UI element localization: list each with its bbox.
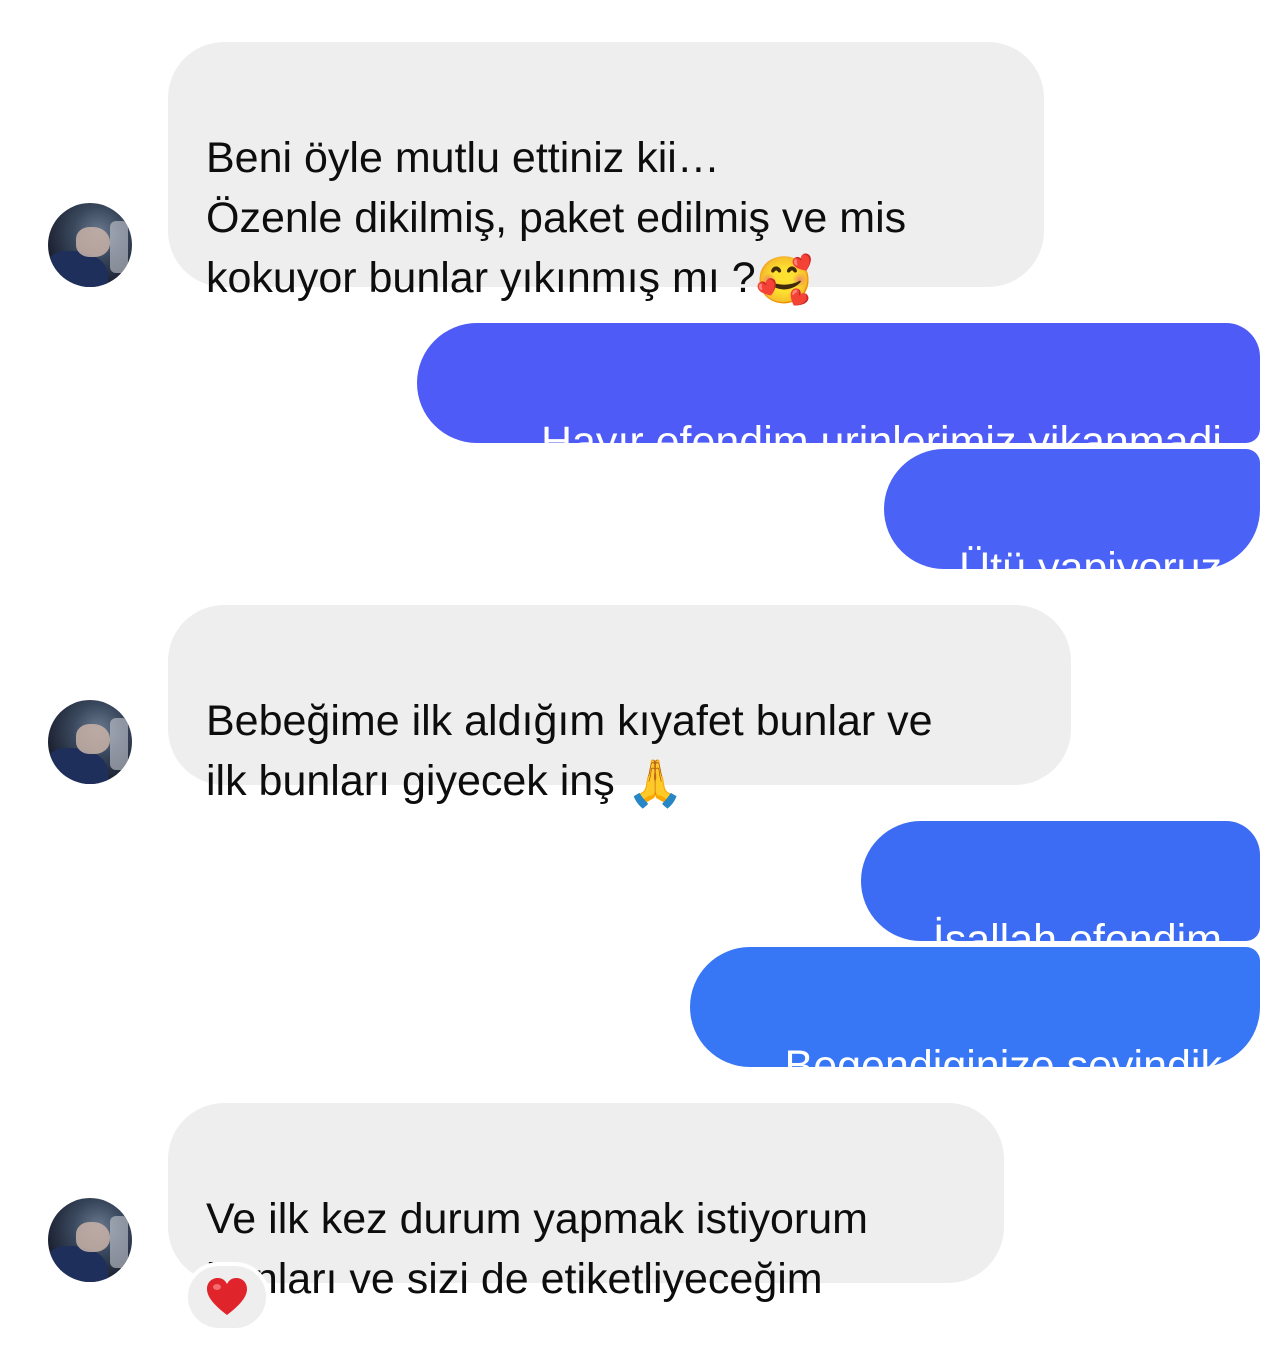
- outgoing-message-bubble[interactable]: Ütü yapiyoruz: [884, 449, 1260, 592]
- message-text: Ve ilk kez durum yapmak istiyorum bunlar…: [206, 1195, 868, 1303]
- outgoing-message-bubble[interactable]: Hayır efendim urinlerimiz yikanmadi: [417, 323, 1260, 466]
- message-text: Bebeğime ilk aldığım kıyafet bunlar ve i…: [206, 697, 933, 805]
- message-text: Ütü yapiyoruz: [959, 544, 1222, 592]
- smiling-face-with-hearts-icon: 🥰: [755, 253, 813, 307]
- folded-hands-icon: 🙏: [626, 756, 684, 810]
- sender-avatar[interactable]: [48, 1198, 132, 1282]
- outgoing-message-bubble[interactable]: Begendiginize sevindik: [690, 947, 1260, 1090]
- incoming-message-bubble[interactable]: Bebeğime ilk aldığım kıyafet bunlar ve i…: [168, 605, 1071, 810]
- message-text: Begendiginize sevindik: [784, 1042, 1222, 1090]
- sender-avatar[interactable]: [48, 203, 132, 287]
- outgoing-message-bubble[interactable]: İsallah efendim: [861, 821, 1260, 964]
- heart-reaction-badge[interactable]: [184, 1262, 270, 1332]
- incoming-message-bubble[interactable]: Beni öyle mutlu ettiniz kii… Özenle diki…: [168, 42, 1044, 307]
- sender-avatar[interactable]: [48, 700, 132, 784]
- incoming-message-bubble[interactable]: Ve ilk kez durum yapmak istiyorum bunlar…: [168, 1103, 1004, 1303]
- heart-icon: [207, 1278, 247, 1315]
